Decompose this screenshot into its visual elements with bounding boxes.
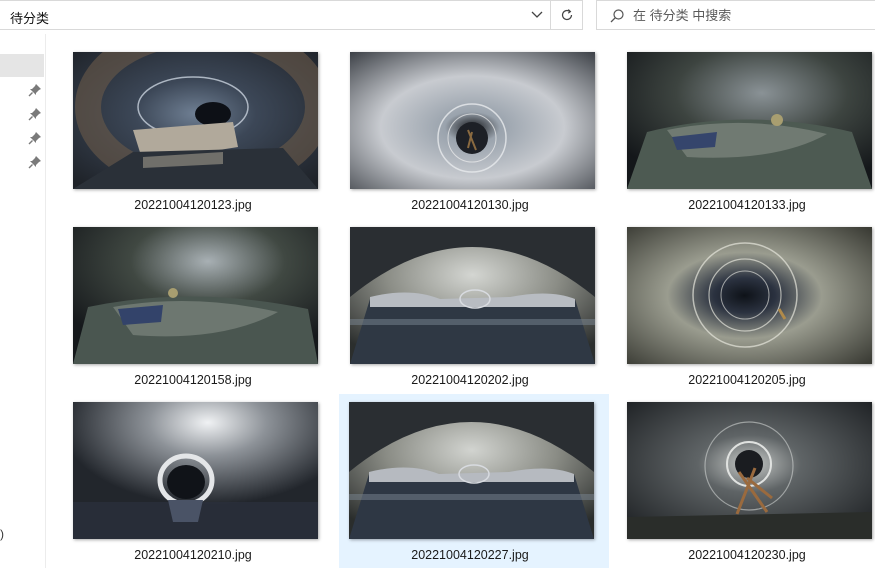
file-item[interactable]: 20221004120130.jpg (324, 34, 596, 212)
chevron-down-icon[interactable] (524, 1, 550, 29)
search-icon (610, 9, 624, 23)
file-item-selected[interactable]: 20221004120227.jpg (339, 394, 609, 568)
file-grid: 20221004120123.jpg 20221004120130.jpg 20… (47, 34, 875, 568)
top-bar: 待分类 (0, 0, 875, 34)
pin-icon[interactable] (28, 131, 42, 145)
pin-icon[interactable] (28, 107, 42, 121)
file-name: 20221004120210.jpg (134, 548, 252, 562)
file-item[interactable]: 20221004120202.jpg (324, 209, 596, 387)
file-name: 20221004120202.jpg (411, 373, 529, 387)
file-item[interactable]: 20221004120158.jpg (47, 209, 319, 387)
pin-icon[interactable] (28, 155, 42, 169)
file-item[interactable]: 20221004120210.jpg (47, 384, 319, 562)
refresh-button[interactable] (551, 0, 583, 30)
file-name: 20221004120227.jpg (411, 548, 529, 562)
image-thumbnail[interactable] (73, 227, 318, 364)
refresh-icon (561, 9, 572, 21)
image-thumbnail[interactable] (73, 52, 318, 189)
image-thumbnail[interactable] (350, 52, 595, 189)
file-item[interactable]: 20221004120133.jpg (601, 34, 875, 212)
nav-clipped-label: ) (0, 527, 4, 541)
pin-icon[interactable] (28, 83, 42, 97)
file-name: 20221004120230.jpg (688, 548, 806, 562)
search-box[interactable] (596, 0, 875, 30)
image-thumbnail[interactable] (349, 402, 594, 539)
image-thumbnail[interactable] (73, 402, 318, 539)
search-input[interactable] (633, 5, 863, 25)
file-item[interactable]: 20221004120205.jpg (601, 209, 875, 387)
address-bar[interactable]: 待分类 (0, 0, 551, 30)
image-thumbnail[interactable] (627, 227, 872, 364)
image-thumbnail[interactable] (627, 52, 872, 189)
image-thumbnail[interactable] (627, 402, 872, 539)
file-item[interactable]: 20221004120230.jpg (601, 384, 875, 562)
address-path[interactable]: 待分类 (10, 8, 49, 27)
nav-selected-item[interactable] (0, 54, 44, 77)
navigation-pane: ) (0, 34, 46, 568)
image-thumbnail[interactable] (350, 227, 595, 364)
file-item[interactable]: 20221004120123.jpg (47, 34, 319, 212)
